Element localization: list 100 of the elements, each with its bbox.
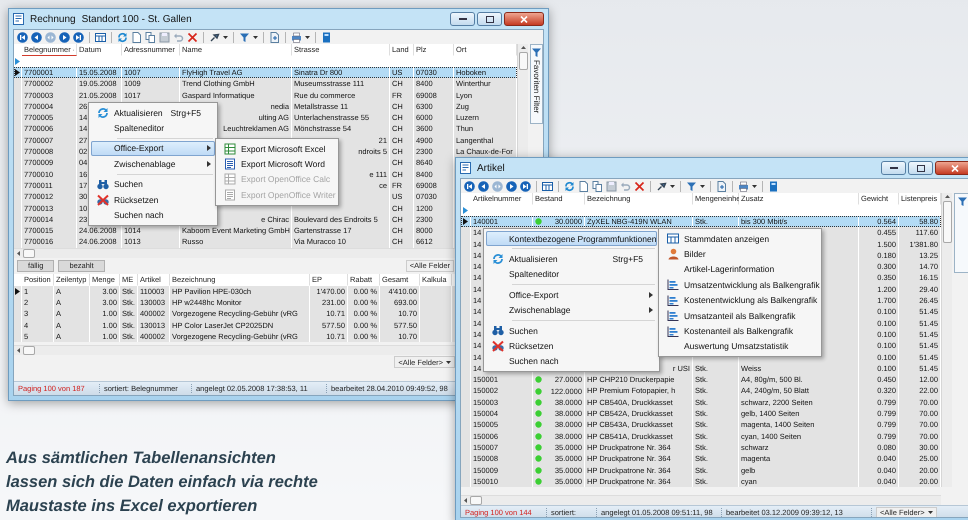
favorites-filter-tab[interactable]: Favoriten Filter bbox=[530, 44, 543, 124]
scrollbar-thumb[interactable] bbox=[470, 496, 482, 506]
app-icon bbox=[460, 162, 471, 174]
refresh-icon[interactable] bbox=[117, 32, 128, 42]
horizontal-scrollbar[interactable] bbox=[461, 495, 941, 506]
caption-text: Aus sämtlichen Tabellenansichten lassen sich die Daten einfach via rechte Maustaste ins Excel exportieren bbox=[6, 448, 319, 517]
next-record-icon[interactable] bbox=[506, 180, 517, 192]
vertical-scrollbar[interactable] bbox=[941, 193, 952, 488]
menu-item[interactable]: Kontextbezogene Programmfunktionen bbox=[486, 231, 657, 246]
scroll-up-arrow-icon[interactable] bbox=[520, 46, 526, 49]
menu-item[interactable]: Auswertung Umsatzstatistik bbox=[661, 338, 819, 354]
export-icon[interactable] bbox=[269, 32, 280, 42]
current-row-icon bbox=[15, 69, 20, 76]
current-row-icon bbox=[463, 218, 468, 226]
dropdown-caret-icon[interactable] bbox=[700, 184, 705, 188]
menu-item[interactable]: Umsatzanteil als Balkengrafik bbox=[661, 308, 819, 324]
maximize-button[interactable] bbox=[477, 12, 502, 26]
dropdown-caret-icon[interactable] bbox=[928, 511, 933, 514]
table-icon bbox=[667, 233, 679, 244]
dropdown-caret-icon[interactable] bbox=[446, 360, 451, 364]
bar-chart-icon bbox=[667, 310, 679, 322]
close-icon bbox=[951, 164, 959, 172]
save-icon[interactable] bbox=[159, 32, 170, 42]
window-subtitle: Standort 100 - St. Gallen bbox=[82, 14, 192, 24]
maximize-icon bbox=[486, 16, 494, 22]
undo-icon[interactable] bbox=[173, 32, 184, 42]
binoculars-icon bbox=[97, 178, 109, 190]
undo-icon[interactable] bbox=[620, 180, 631, 192]
window-title: Artikel bbox=[477, 162, 505, 174]
first-record-icon[interactable] bbox=[464, 180, 475, 192]
document-icon bbox=[224, 158, 236, 170]
scroll-left-arrow-icon[interactable] bbox=[17, 348, 20, 354]
book-icon[interactable] bbox=[321, 32, 332, 42]
document-icon bbox=[224, 188, 236, 201]
bar-chart-icon bbox=[667, 326, 679, 337]
dropdown-caret-icon[interactable] bbox=[752, 184, 757, 188]
maximize-icon bbox=[916, 164, 924, 172]
close-button[interactable] bbox=[504, 12, 544, 26]
app-icon bbox=[13, 13, 24, 25]
scrollbar-thumb[interactable] bbox=[518, 52, 528, 70]
dropdown-caret-icon[interactable] bbox=[253, 36, 258, 38]
last-record-icon[interactable] bbox=[73, 32, 84, 42]
save-icon[interactable] bbox=[606, 180, 617, 192]
scroll-left-arrow-icon[interactable] bbox=[464, 498, 467, 504]
scroll-up-arrow-icon[interactable] bbox=[944, 195, 950, 198]
export-icon[interactable] bbox=[716, 180, 727, 192]
next-record-icon[interactable] bbox=[59, 32, 70, 42]
reset-binoculars-icon bbox=[492, 340, 504, 352]
dropdown-caret-icon[interactable] bbox=[670, 184, 675, 188]
grid-view-icon[interactable] bbox=[542, 180, 553, 192]
dropdown-caret-icon[interactable] bbox=[223, 36, 228, 38]
delete-icon[interactable] bbox=[634, 180, 645, 192]
scroll-left-arrow-icon[interactable] bbox=[17, 250, 20, 256]
person-icon bbox=[668, 248, 678, 260]
spreadsheet-icon bbox=[224, 173, 236, 186]
scrollbar-thumb[interactable] bbox=[23, 346, 35, 356]
submenu-arrow-icon bbox=[207, 160, 211, 167]
filter-row-icon bbox=[15, 58, 20, 65]
book-icon[interactable] bbox=[768, 180, 779, 192]
filter-row-icon bbox=[463, 207, 468, 214]
reset-binoculars-icon bbox=[97, 194, 109, 206]
printer-icon[interactable] bbox=[738, 180, 749, 192]
minimize-icon bbox=[890, 166, 898, 170]
menu-item[interactable]: Bilder bbox=[661, 246, 819, 262]
delete-icon[interactable] bbox=[187, 32, 198, 42]
window-title: Rechnung bbox=[30, 14, 76, 24]
refresh-icon bbox=[97, 106, 109, 119]
grid-view-icon[interactable] bbox=[95, 32, 106, 42]
menu-item[interactable]: Umsatzentwicklung als Balkengrafik bbox=[661, 277, 819, 293]
copy-icon[interactable] bbox=[592, 180, 603, 192]
submenu-arrow-icon bbox=[207, 145, 211, 152]
menu-item[interactable]: Kostenanteil als Balkengrafik bbox=[661, 323, 819, 339]
submenu-arrow-icon bbox=[649, 292, 653, 298]
scrollbar-thumb[interactable] bbox=[942, 201, 952, 243]
scrollbar-thumb[interactable] bbox=[23, 248, 35, 258]
spreadsheet-icon bbox=[224, 142, 236, 155]
bar-chart-icon bbox=[667, 294, 679, 306]
printer-icon[interactable] bbox=[291, 32, 302, 42]
previous-record-icon[interactable] bbox=[31, 32, 42, 42]
copy-icon[interactable] bbox=[145, 32, 156, 42]
menu-item[interactable]: Kostenentwicklung als Balkengrafik bbox=[661, 292, 819, 308]
refresh-icon[interactable] bbox=[564, 180, 575, 192]
first-record-icon[interactable] bbox=[17, 32, 28, 42]
favorites-filter-tab[interactable] bbox=[954, 193, 968, 273]
refresh-icon bbox=[492, 253, 504, 266]
maximize-button[interactable] bbox=[908, 161, 933, 175]
menu-item[interactable]: Artikel-Lagerinformation bbox=[661, 262, 819, 278]
filter-icon bbox=[532, 48, 541, 57]
minimize-button[interactable] bbox=[881, 161, 906, 175]
dropdown-caret-icon[interactable] bbox=[305, 36, 310, 38]
shortcut-text: Strg+F5 bbox=[612, 254, 643, 264]
minimize-button[interactable] bbox=[450, 12, 475, 26]
menu-item[interactable]: Office-Export bbox=[91, 140, 215, 156]
previous-record-icon[interactable] bbox=[478, 180, 489, 192]
submenu-arrow-icon bbox=[649, 307, 653, 314]
close-icon bbox=[520, 16, 528, 22]
last-record-icon[interactable] bbox=[520, 180, 531, 192]
horizontal-scrollbar[interactable] bbox=[14, 345, 457, 356]
close-button[interactable] bbox=[935, 161, 968, 175]
menu-item[interactable]: Stammdaten anzeigen bbox=[661, 231, 819, 246]
